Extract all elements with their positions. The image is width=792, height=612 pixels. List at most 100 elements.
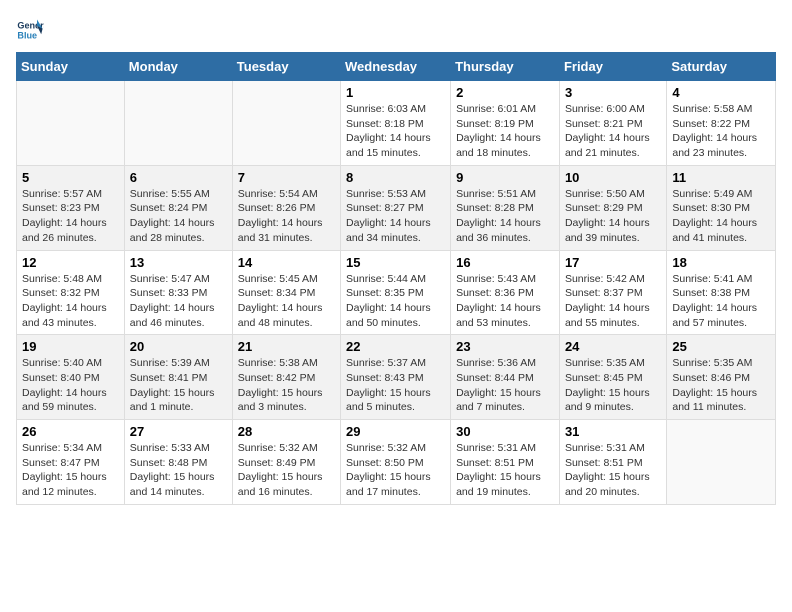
day-info: Sunrise: 5:51 AM Sunset: 8:28 PM Dayligh… — [456, 187, 554, 246]
calendar-week-row: 19 Sunrise: 5:40 AM Sunset: 8:40 PM Dayli… — [17, 335, 776, 420]
calendar-cell: 24 Sunrise: 5:35 AM Sunset: 8:45 PM Dayli… — [559, 335, 666, 420]
day-number: 21 — [238, 339, 335, 354]
day-number: 2 — [456, 85, 554, 100]
calendar-cell: 13 Sunrise: 5:47 AM Sunset: 8:33 PM Dayli… — [124, 250, 232, 335]
day-number: 20 — [130, 339, 227, 354]
day-info: Sunrise: 5:53 AM Sunset: 8:27 PM Dayligh… — [346, 187, 445, 246]
day-info: Sunrise: 5:36 AM Sunset: 8:44 PM Dayligh… — [456, 356, 554, 415]
day-info: Sunrise: 5:39 AM Sunset: 8:41 PM Dayligh… — [130, 356, 227, 415]
calendar-cell: 2 Sunrise: 6:01 AM Sunset: 8:19 PM Daylig… — [451, 81, 560, 166]
calendar-cell: 5 Sunrise: 5:57 AM Sunset: 8:23 PM Daylig… — [17, 165, 125, 250]
day-info: Sunrise: 5:43 AM Sunset: 8:36 PM Dayligh… — [456, 272, 554, 331]
calendar-cell: 4Sunrise: 5:58 AM Sunset: 8:22 PM Daylig… — [667, 81, 776, 166]
calendar-cell — [124, 81, 232, 166]
day-info: Sunrise: 5:38 AM Sunset: 8:42 PM Dayligh… — [238, 356, 335, 415]
day-number: 3 — [565, 85, 661, 100]
day-info: Sunrise: 5:34 AM Sunset: 8:47 PM Dayligh… — [22, 441, 119, 500]
day-number: 12 — [22, 255, 119, 270]
day-info: Sunrise: 5:33 AM Sunset: 8:48 PM Dayligh… — [130, 441, 227, 500]
day-number: 17 — [565, 255, 661, 270]
day-info: Sunrise: 5:32 AM Sunset: 8:49 PM Dayligh… — [238, 441, 335, 500]
day-info: Sunrise: 5:35 AM Sunset: 8:45 PM Dayligh… — [565, 356, 661, 415]
page-header: General Blue — [16, 16, 776, 44]
calendar-cell: 7 Sunrise: 5:54 AM Sunset: 8:26 PM Daylig… — [232, 165, 340, 250]
calendar-cell: 21 Sunrise: 5:38 AM Sunset: 8:42 PM Dayli… — [232, 335, 340, 420]
day-number: 24 — [565, 339, 661, 354]
logo-icon: General Blue — [16, 16, 44, 44]
day-number: 30 — [456, 424, 554, 439]
day-number: 22 — [346, 339, 445, 354]
day-number: 15 — [346, 255, 445, 270]
day-number: 28 — [238, 424, 335, 439]
day-info: Sunrise: 5:55 AM Sunset: 8:24 PM Dayligh… — [130, 187, 227, 246]
calendar-cell: 29 Sunrise: 5:32 AM Sunset: 8:50 PM Dayli… — [341, 420, 451, 505]
calendar-week-row: 5 Sunrise: 5:57 AM Sunset: 8:23 PM Daylig… — [17, 165, 776, 250]
calendar-cell: 3 Sunrise: 6:00 AM Sunset: 8:21 PM Daylig… — [559, 81, 666, 166]
calendar-cell — [232, 81, 340, 166]
day-number: 5 — [22, 170, 119, 185]
calendar-cell: 15 Sunrise: 5:44 AM Sunset: 8:35 PM Dayli… — [341, 250, 451, 335]
calendar-week-row: 26 Sunrise: 5:34 AM Sunset: 8:47 PM Dayli… — [17, 420, 776, 505]
day-info: Sunrise: 5:57 AM Sunset: 8:23 PM Dayligh… — [22, 187, 119, 246]
calendar-week-row: 1Sunrise: 6:03 AM Sunset: 8:18 PM Daylig… — [17, 81, 776, 166]
day-info: Sunrise: 5:31 AM Sunset: 8:51 PM Dayligh… — [456, 441, 554, 500]
calendar-cell: 25 Sunrise: 5:35 AM Sunset: 8:46 PM Dayli… — [667, 335, 776, 420]
calendar-cell: 31 Sunrise: 5:31 AM Sunset: 8:51 PM Dayli… — [559, 420, 666, 505]
day-number: 10 — [565, 170, 661, 185]
day-info: Sunrise: 5:32 AM Sunset: 8:50 PM Dayligh… — [346, 441, 445, 500]
calendar-cell: 1Sunrise: 6:03 AM Sunset: 8:18 PM Daylig… — [341, 81, 451, 166]
calendar-cell: 18Sunrise: 5:41 AM Sunset: 8:38 PM Dayli… — [667, 250, 776, 335]
day-number: 16 — [456, 255, 554, 270]
day-number: 25 — [672, 339, 770, 354]
day-number: 31 — [565, 424, 661, 439]
day-number: 7 — [238, 170, 335, 185]
calendar-table: SundayMondayTuesdayWednesdayThursdayFrid… — [16, 52, 776, 505]
calendar-cell — [667, 420, 776, 505]
day-number: 26 — [22, 424, 119, 439]
weekday-header-sunday: Sunday — [17, 53, 125, 81]
day-info: Sunrise: 5:37 AM Sunset: 8:43 PM Dayligh… — [346, 356, 445, 415]
day-number: 23 — [456, 339, 554, 354]
svg-text:Blue: Blue — [17, 30, 37, 40]
weekday-header-wednesday: Wednesday — [341, 53, 451, 81]
day-info: Sunrise: 5:44 AM Sunset: 8:35 PM Dayligh… — [346, 272, 445, 331]
day-number: 9 — [456, 170, 554, 185]
day-info: Sunrise: 6:03 AM Sunset: 8:18 PM Dayligh… — [346, 102, 445, 161]
day-info: Sunrise: 5:47 AM Sunset: 8:33 PM Dayligh… — [130, 272, 227, 331]
day-info: Sunrise: 5:40 AM Sunset: 8:40 PM Dayligh… — [22, 356, 119, 415]
day-number: 4 — [672, 85, 770, 100]
day-number: 13 — [130, 255, 227, 270]
day-info: Sunrise: 5:45 AM Sunset: 8:34 PM Dayligh… — [238, 272, 335, 331]
calendar-week-row: 12 Sunrise: 5:48 AM Sunset: 8:32 PM Dayli… — [17, 250, 776, 335]
logo: General Blue — [16, 16, 44, 44]
calendar-cell: 11Sunrise: 5:49 AM Sunset: 8:30 PM Dayli… — [667, 165, 776, 250]
calendar-cell: 16 Sunrise: 5:43 AM Sunset: 8:36 PM Dayli… — [451, 250, 560, 335]
day-info: Sunrise: 5:49 AM Sunset: 8:30 PM Dayligh… — [672, 187, 770, 246]
day-info: Sunrise: 5:50 AM Sunset: 8:29 PM Dayligh… — [565, 187, 661, 246]
calendar-cell — [17, 81, 125, 166]
day-number: 14 — [238, 255, 335, 270]
day-info: Sunrise: 5:35 AM Sunset: 8:46 PM Dayligh… — [672, 356, 770, 415]
day-info: Sunrise: 5:54 AM Sunset: 8:26 PM Dayligh… — [238, 187, 335, 246]
weekday-header-friday: Friday — [559, 53, 666, 81]
day-info: Sunrise: 5:48 AM Sunset: 8:32 PM Dayligh… — [22, 272, 119, 331]
calendar-cell: 14 Sunrise: 5:45 AM Sunset: 8:34 PM Dayli… — [232, 250, 340, 335]
calendar-cell: 17Sunrise: 5:42 AM Sunset: 8:37 PM Dayli… — [559, 250, 666, 335]
calendar-cell: 26 Sunrise: 5:34 AM Sunset: 8:47 PM Dayli… — [17, 420, 125, 505]
calendar-cell: 12 Sunrise: 5:48 AM Sunset: 8:32 PM Dayli… — [17, 250, 125, 335]
calendar-cell: 9 Sunrise: 5:51 AM Sunset: 8:28 PM Daylig… — [451, 165, 560, 250]
calendar-cell: 10 Sunrise: 5:50 AM Sunset: 8:29 PM Dayli… — [559, 165, 666, 250]
calendar-cell: 19 Sunrise: 5:40 AM Sunset: 8:40 PM Dayli… — [17, 335, 125, 420]
day-info: Sunrise: 6:01 AM Sunset: 8:19 PM Dayligh… — [456, 102, 554, 161]
day-number: 18 — [672, 255, 770, 270]
day-info: Sunrise: 5:31 AM Sunset: 8:51 PM Dayligh… — [565, 441, 661, 500]
calendar-cell: 28 Sunrise: 5:32 AM Sunset: 8:49 PM Dayli… — [232, 420, 340, 505]
day-number: 29 — [346, 424, 445, 439]
weekday-header-thursday: Thursday — [451, 53, 560, 81]
day-info: Sunrise: 6:00 AM Sunset: 8:21 PM Dayligh… — [565, 102, 661, 161]
calendar-cell: 23 Sunrise: 5:36 AM Sunset: 8:44 PM Dayli… — [451, 335, 560, 420]
day-number: 27 — [130, 424, 227, 439]
weekday-header-saturday: Saturday — [667, 53, 776, 81]
day-number: 8 — [346, 170, 445, 185]
day-number: 19 — [22, 339, 119, 354]
